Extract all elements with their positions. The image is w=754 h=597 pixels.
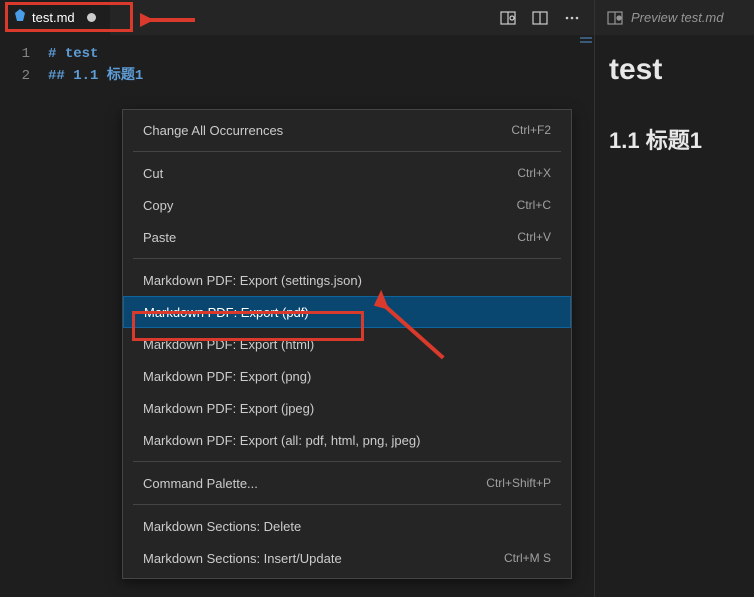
minimap[interactable] (578, 35, 594, 595)
preview-tab-label: Preview test.md (631, 10, 723, 25)
context-menu-item[interactable]: Paste Ctrl+V (123, 221, 571, 253)
menu-item-label: Markdown PDF: Export (html) (143, 337, 314, 352)
context-menu-item[interactable]: Copy Ctrl+C (123, 189, 571, 221)
line-number: 2 (0, 65, 30, 87)
menu-item-shortcut: Ctrl+M S (504, 551, 551, 565)
preview-heading-2: 1.1 标题1 (609, 123, 740, 155)
open-preview-side-icon[interactable] (500, 10, 516, 26)
preview-pane: Preview test.md test 1.1 标题1 (594, 0, 754, 597)
menu-item-label: Paste (143, 230, 176, 245)
modified-indicator-icon (87, 13, 96, 22)
menu-item-label: Markdown Sections: Insert/Update (143, 551, 342, 566)
menu-item-label: Markdown PDF: Export (all: pdf, html, pn… (143, 433, 420, 448)
context-menu-item[interactable]: Markdown Sections: Insert/Update Ctrl+M S (123, 542, 571, 574)
editor-actions (500, 10, 594, 26)
context-menu-item[interactable]: Markdown PDF: Export (jpeg) (123, 392, 571, 424)
menu-item-label: Markdown PDF: Export (jpeg) (143, 401, 314, 416)
menu-separator (133, 258, 561, 259)
menu-item-label: Markdown PDF: Export (settings.json) (143, 273, 362, 288)
gutter: 1 2 (0, 43, 48, 87)
preview-tab[interactable]: Preview test.md (595, 0, 754, 35)
more-actions-icon[interactable] (564, 10, 580, 26)
menu-item-shortcut: Ctrl+V (517, 230, 551, 244)
context-menu-item[interactable]: Markdown PDF: Export (html) (123, 328, 571, 360)
menu-item-label: Change All Occurrences (143, 123, 283, 138)
context-menu-item[interactable]: Markdown Sections: Delete (123, 510, 571, 542)
preview-heading-1: test (609, 53, 740, 87)
context-menu-item[interactable]: Markdown PDF: Export (pdf) (123, 296, 571, 328)
editor-tab[interactable]: test.md (0, 0, 110, 35)
context-menu-item[interactable]: Cut Ctrl+X (123, 157, 571, 189)
menu-separator (133, 504, 561, 505)
preview-content: test 1.1 标题1 (595, 35, 754, 173)
code-content[interactable]: # test ## 1.1 标题1 (48, 43, 143, 87)
menu-item-shortcut: Ctrl+Shift+P (486, 476, 551, 490)
context-menu-item[interactable]: Markdown PDF: Export (all: pdf, html, pn… (123, 424, 571, 456)
line-number: 1 (0, 43, 30, 65)
menu-item-label: Copy (143, 198, 173, 213)
menu-item-shortcut: Ctrl+C (517, 198, 551, 212)
menu-item-shortcut: Ctrl+F2 (511, 123, 551, 137)
menu-item-shortcut: Ctrl+X (517, 166, 551, 180)
context-menu: Change All Occurrences Ctrl+F2 Cut Ctrl+X Co… (122, 109, 572, 579)
context-menu-item[interactable]: Change All Occurrences Ctrl+F2 (123, 114, 571, 146)
menu-item-label: Markdown Sections: Delete (143, 519, 301, 534)
tab-bar: test.md (0, 0, 594, 35)
menu-separator (133, 461, 561, 462)
context-menu-item[interactable]: Markdown PDF: Export (png) (123, 360, 571, 392)
code-line[interactable]: # test (48, 43, 143, 65)
editor-body[interactable]: 1 2 # test ## 1.1 标题1 (0, 35, 594, 87)
menu-item-label: Markdown PDF: Export (png) (143, 369, 311, 384)
editor-pane: test.md 1 2 # test ## 1.1 标题1 Ch (0, 0, 594, 597)
preview-icon (607, 10, 623, 26)
markdown-file-icon (14, 9, 26, 26)
menu-item-label: Markdown PDF: Export (pdf) (144, 305, 309, 320)
code-line[interactable]: ## 1.1 标题1 (48, 65, 143, 87)
context-menu-item[interactable]: Command Palette... Ctrl+Shift+P (123, 467, 571, 499)
context-menu-item[interactable]: Markdown PDF: Export (settings.json) (123, 264, 571, 296)
menu-separator (133, 151, 561, 152)
menu-item-label: Command Palette... (143, 476, 258, 491)
split-editor-icon[interactable] (532, 10, 548, 26)
tab-filename: test.md (32, 10, 75, 25)
menu-item-label: Cut (143, 166, 163, 181)
